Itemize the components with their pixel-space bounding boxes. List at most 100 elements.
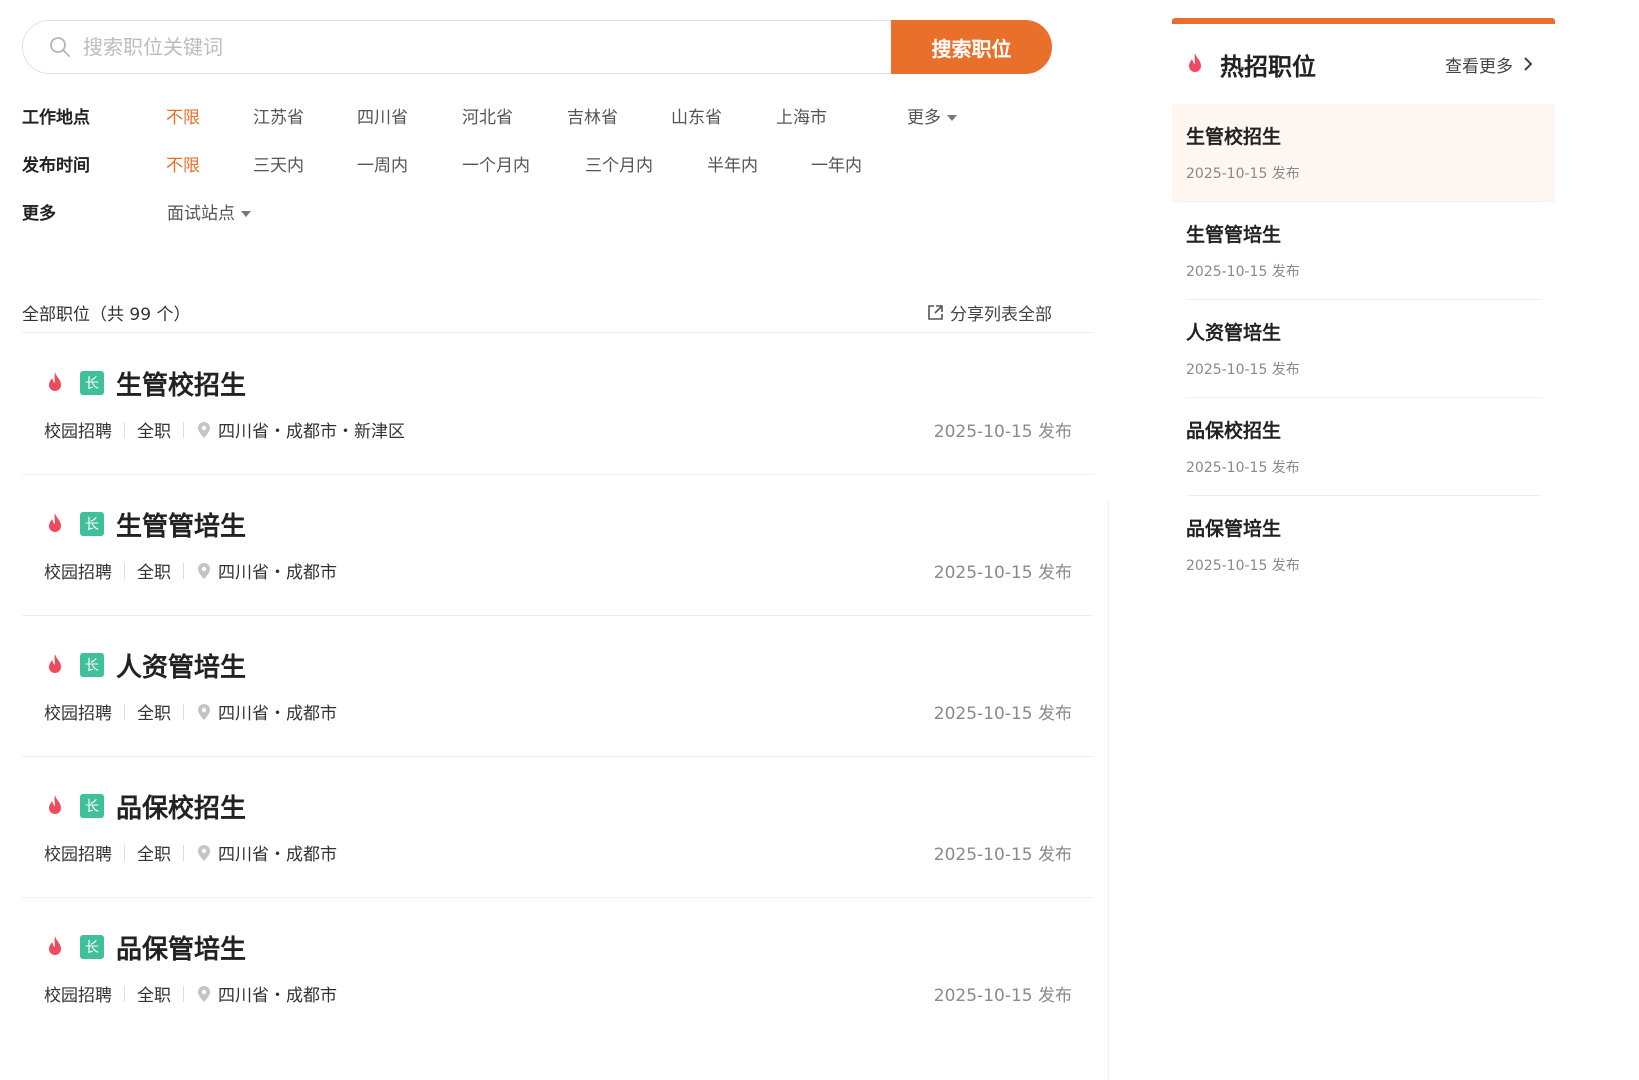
chevron-right-icon: [1523, 56, 1533, 72]
tag-badge: 长: [80, 512, 104, 536]
job-nature: 全职: [137, 986, 171, 1006]
location-pin-icon: [196, 703, 212, 721]
filter-time-option[interactable]: 三天内: [253, 151, 304, 176]
tag-badge: 长: [80, 794, 104, 818]
filter-location-option[interactable]: 不限: [166, 103, 200, 128]
filter-more: 更多 面试站点: [22, 196, 1052, 226]
job-title[interactable]: 品保管培生: [116, 929, 246, 966]
share-list-label: 分享列表全部: [950, 304, 1052, 325]
filter-time-option[interactable]: 半年内: [707, 151, 758, 176]
job-location: 四川省・成都市: [218, 986, 337, 1006]
hot-job-title: 生管管培生: [1186, 224, 1282, 246]
hot-jobs-sidebar: 热招职位 查看更多 生管校招生 2025-10-15 发布 生管管培生 2025…: [1172, 18, 1555, 594]
job-title[interactable]: 品保校招生: [116, 788, 246, 825]
filter-location-option[interactable]: 上海市: [776, 103, 827, 128]
location-pin-icon: [196, 421, 212, 439]
job-meta: 校园招聘 全职 四川省・成都市: [44, 558, 337, 583]
job-location: 四川省・成都市: [218, 563, 337, 583]
search-icon: [49, 36, 71, 58]
job-title[interactable]: 生管管培生: [116, 506, 246, 543]
filter-location-option[interactable]: 四川省: [357, 103, 408, 128]
sidebar-title: 热招职位: [1184, 47, 1316, 82]
filter-time-option[interactable]: 不限: [166, 151, 200, 176]
hot-job-title: 品保管培生: [1186, 518, 1282, 540]
job-item[interactable]: 长 人资管培生 校园招聘 全职 四川省・成都市 2025-10-15 发布: [22, 615, 1094, 756]
job-nature: 全职: [137, 704, 171, 724]
interview-site-label: 面试站点: [167, 203, 235, 224]
hot-job-item[interactable]: 生管管培生 2025-10-15 发布: [1172, 202, 1555, 300]
hot-job-item[interactable]: 生管校招生 2025-10-15 发布: [1172, 104, 1555, 202]
job-nature: 全职: [137, 845, 171, 865]
fire-icon: [44, 653, 66, 677]
hot-job-date: 2025-10-15 发布: [1186, 166, 1300, 182]
hot-job-date: 2025-10-15 发布: [1186, 264, 1300, 280]
job-item[interactable]: 长 品保校招生 校园招聘 全职 四川省・成都市 2025-10-15 发布: [22, 756, 1094, 897]
tag-badge: 长: [80, 371, 104, 395]
meta-separator: [183, 562, 184, 579]
meta-separator: [124, 562, 125, 579]
fire-icon: [44, 794, 66, 818]
filter-location-option[interactable]: 吉林省: [567, 103, 618, 128]
view-more-link[interactable]: 查看更多: [1445, 52, 1533, 77]
job-nature: 全职: [137, 422, 171, 442]
job-title-row: 长 品保校招生: [44, 786, 246, 826]
filter-location-option[interactable]: 山东省: [671, 103, 722, 128]
filter-time-option[interactable]: 一个月内: [462, 151, 530, 176]
meta-separator: [124, 985, 125, 1002]
job-item[interactable]: 长 生管管培生 校园招聘 全职 四川省・成都市 2025-10-15 发布: [22, 474, 1094, 615]
location-pin-icon: [196, 844, 212, 862]
job-date: 2025-10-15 发布: [933, 422, 1072, 442]
fire-icon: [44, 371, 66, 395]
search-bar: 搜索职位: [22, 20, 1052, 74]
caret-down-icon: [241, 210, 251, 217]
meta-separator: [183, 985, 184, 1002]
share-icon: [928, 304, 943, 320]
filter-location-more[interactable]: 更多: [907, 103, 957, 128]
hot-job-title: 生管校招生: [1186, 126, 1282, 148]
job-type: 校园招聘: [44, 704, 112, 724]
list-header: 全部职位（共 99 个） 分享列表全部: [22, 292, 1052, 332]
meta-separator: [124, 844, 125, 861]
job-type: 校园招聘: [44, 563, 112, 583]
job-item[interactable]: 长 品保管培生 校园招聘 全职 四川省・成都市 2025-10-15 发布: [22, 897, 1094, 1038]
job-date: 2025-10-15 发布: [933, 704, 1072, 724]
view-more-label: 查看更多: [1445, 56, 1513, 77]
filter-more-label: 更多: [22, 203, 56, 224]
fire-icon: [44, 935, 66, 959]
job-title[interactable]: 生管校招生: [116, 365, 246, 402]
filter-location-option[interactable]: 河北省: [462, 103, 513, 128]
tag-badge: 长: [80, 935, 104, 959]
interview-site-dropdown[interactable]: 面试站点: [167, 199, 251, 224]
job-item[interactable]: 长 生管校招生 校园招聘 全职 四川省・成都市・新津区 2025-10-15 发…: [22, 333, 1094, 474]
job-title-row: 长 人资管培生: [44, 645, 246, 685]
fire-icon: [1184, 52, 1206, 76]
search-button[interactable]: 搜索职位: [891, 20, 1052, 74]
hot-job-date: 2025-10-15 发布: [1186, 558, 1300, 574]
hot-job-date: 2025-10-15 发布: [1186, 460, 1300, 476]
meta-separator: [183, 703, 184, 720]
location-pin-icon: [196, 985, 212, 1003]
filter-time-option[interactable]: 三个月内: [585, 151, 653, 176]
search-input[interactable]: [83, 35, 783, 59]
job-title-row: 长 生管校招生: [44, 363, 246, 403]
hot-job-item[interactable]: 品保管培生 2025-10-15 发布: [1172, 496, 1555, 594]
hot-job-item[interactable]: 品保校招生 2025-10-15 发布: [1172, 398, 1555, 496]
job-title[interactable]: 人资管培生: [116, 647, 246, 684]
search-box[interactable]: [22, 20, 891, 74]
filter-location-option[interactable]: 江苏省: [253, 103, 304, 128]
meta-separator: [183, 421, 184, 438]
job-title-row: 长 品保管培生: [44, 927, 246, 967]
share-list-button[interactable]: 分享列表全部: [927, 300, 1052, 325]
filter-location-label: 工作地点: [22, 107, 90, 128]
job-location: 四川省・成都市・新津区: [218, 422, 405, 442]
meta-separator: [124, 421, 125, 438]
job-type: 校园招聘: [44, 845, 112, 865]
hot-job-item[interactable]: 人资管培生 2025-10-15 发布: [1172, 300, 1555, 398]
filter-time-option[interactable]: 一年内: [811, 151, 862, 176]
filter-time: 发布时间 不限 三天内 一周内 一个月内 三个月内 半年内 一年内: [22, 148, 1052, 178]
job-type: 校园招聘: [44, 986, 112, 1006]
filter-time-option[interactable]: 一周内: [357, 151, 408, 176]
meta-separator: [124, 703, 125, 720]
job-date: 2025-10-15 发布: [933, 845, 1072, 865]
meta-separator: [183, 844, 184, 861]
